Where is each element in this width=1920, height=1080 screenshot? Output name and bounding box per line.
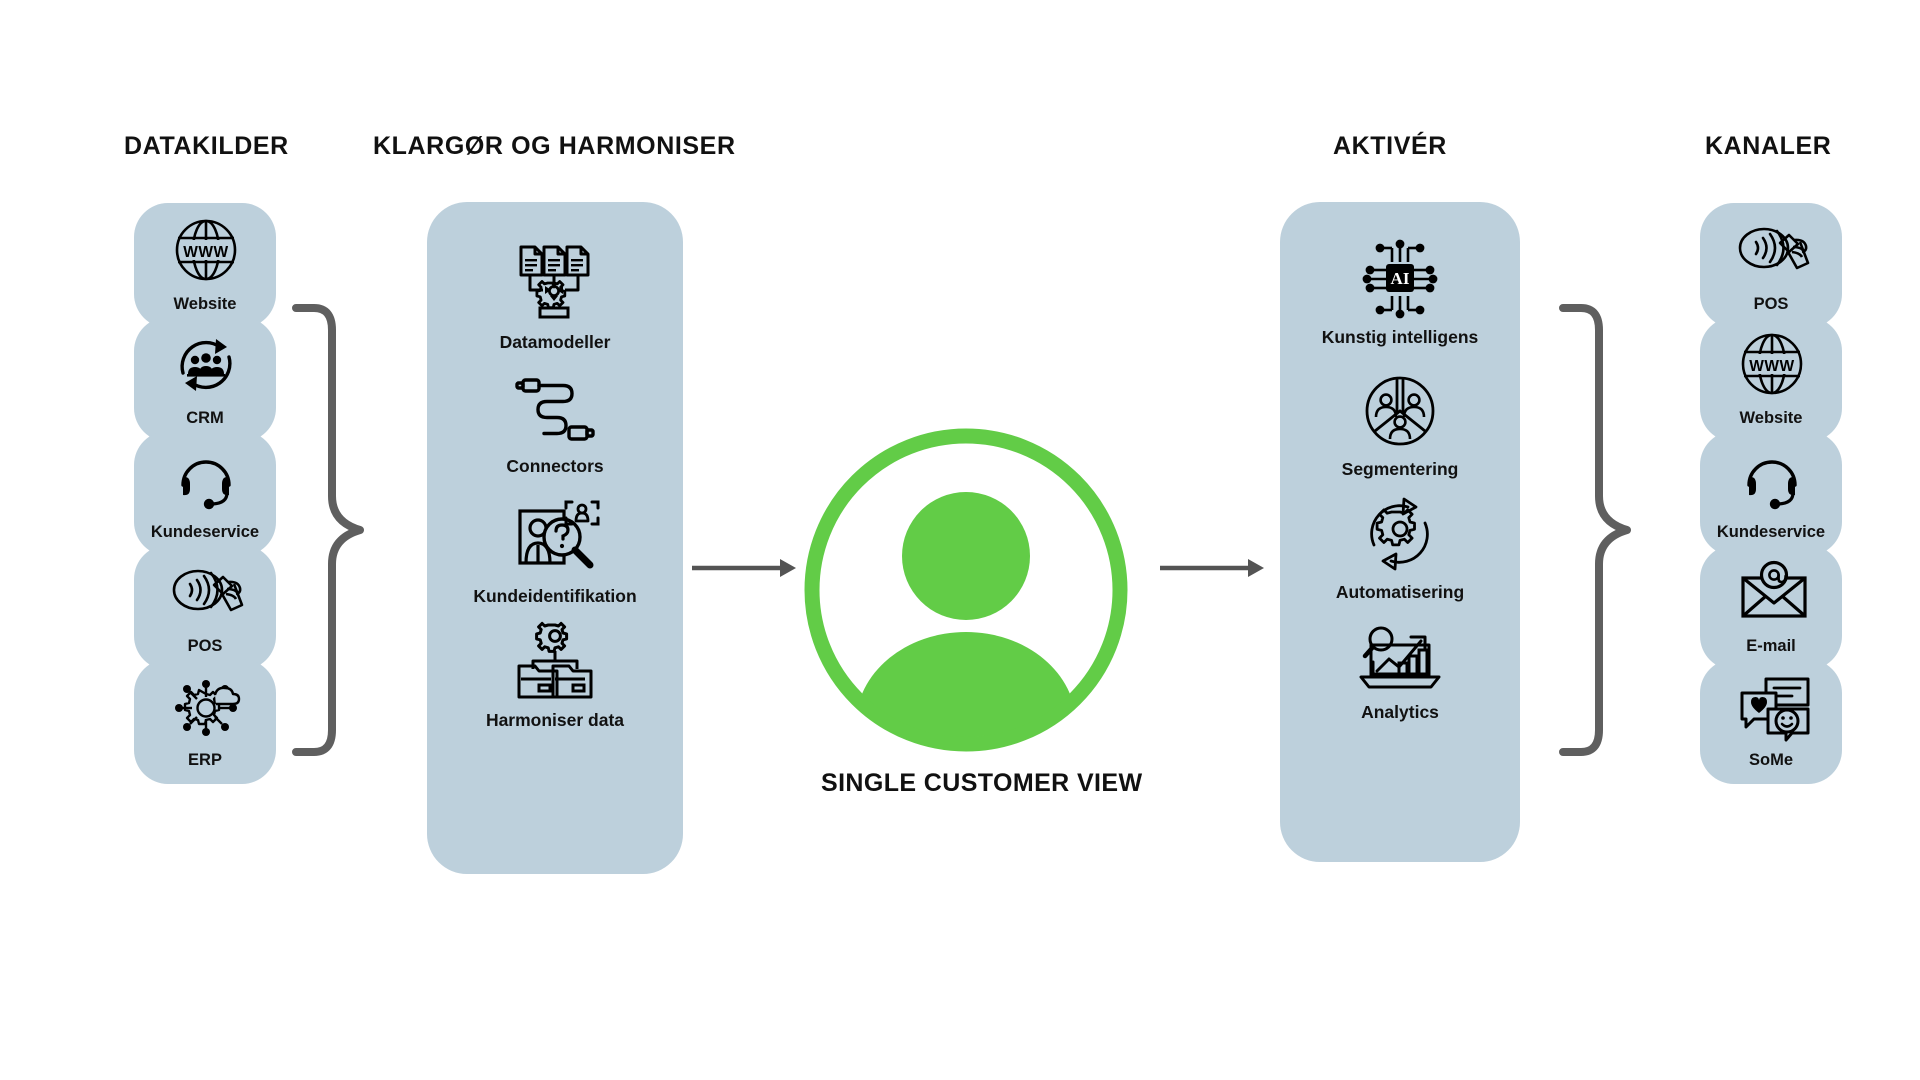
tile-datakilder-kundeservice[interactable]: Kundeservice <box>134 431 276 556</box>
panel-item-kunstig-intelligens[interactable]: AI Kunstig intelligens <box>1280 239 1520 348</box>
scv-title: SINGLE CUSTOMER VIEW <box>821 769 1143 797</box>
tile-kanaler-pos[interactable]: POS <box>1700 203 1842 328</box>
tile-datakilder-erp[interactable]: ERP <box>134 659 276 784</box>
arrow-to-scv <box>690 556 800 580</box>
panel-klargor: Datamodeller Connectors Kundeidentifikat… <box>427 202 683 874</box>
crm-people-cycle-icon <box>170 333 240 397</box>
tile-label: CRM <box>186 409 224 427</box>
tile-label: E-mail <box>1746 637 1796 655</box>
documents-to-gear-icon <box>507 241 603 323</box>
diagram-canvas: DATAKILDER KLARGØR OG HARMONISER AKTIVÉR… <box>0 0 1920 1080</box>
svg-text:WWW: WWW <box>1749 358 1794 375</box>
globe-www-icon: WWW <box>170 219 240 283</box>
tile-kanaler-some[interactable]: SoMe <box>1700 659 1842 784</box>
panel-item-datamodeller[interactable]: Datamodeller <box>427 241 683 353</box>
user-avatar-circle-icon <box>800 424 1132 756</box>
tile-kanaler-website[interactable]: WWW Website <box>1700 317 1842 442</box>
headset-icon <box>1736 447 1806 511</box>
chat-bubbles-social-icon <box>1736 675 1810 742</box>
panel-item-segmentering[interactable]: Segmentering <box>1280 372 1520 480</box>
erp-gear-network-cloud-icon <box>170 675 241 739</box>
tile-kanaler-email[interactable]: E-mail <box>1700 545 1842 670</box>
gear-two-folders-icon <box>507 621 603 701</box>
panel-item-label: Segmentering <box>1341 459 1459 479</box>
globe-www-icon: WWW <box>1736 333 1806 397</box>
panel-item-label: Automatisering <box>1335 582 1465 602</box>
svg-text:WWW: WWW <box>183 244 228 261</box>
tile-label: ERP <box>188 751 222 769</box>
contactless-payment-icon <box>1736 219 1810 283</box>
tile-datakilder-pos[interactable]: POS <box>134 545 276 670</box>
cable-connector-icon <box>511 373 599 447</box>
column-header-datakilder: DATAKILDER <box>124 132 289 160</box>
panel-item-connectors[interactable]: Connectors <box>427 373 683 477</box>
tile-datakilder-website[interactable]: WWW Website <box>134 203 276 328</box>
panel-item-label: Kundeidentifikation <box>473 586 637 606</box>
tile-label: Kundeservice <box>150 523 260 541</box>
panel-item-analytics[interactable]: Analytics <box>1280 619 1520 723</box>
panel-item-label: Harmoniser data <box>485 710 625 730</box>
panel-item-kundeidentifikation[interactable]: Kundeidentifikation <box>427 497 683 607</box>
column-header-aktiver: AKTIVÉR <box>1333 132 1447 160</box>
tile-label: SoMe <box>1748 751 1794 769</box>
panel-item-label: Analytics <box>1361 702 1439 722</box>
tile-label: Website <box>173 295 237 313</box>
tile-kanaler-kundeservice[interactable]: Kundeservice <box>1700 431 1842 556</box>
laptop-chart-magnifier-icon <box>1353 619 1447 693</box>
headset-icon <box>170 447 240 511</box>
panel-item-label: Datamodeller <box>499 332 611 352</box>
gear-refresh-cycle-icon <box>1358 495 1442 573</box>
panel-item-label: Kunstig intelligens <box>1321 327 1479 347</box>
tile-label: POS <box>187 637 223 655</box>
panel-item-automatisering[interactable]: Automatisering <box>1280 495 1520 603</box>
left-grouping-brace <box>288 300 368 760</box>
tile-label: Kundeservice <box>1716 523 1826 541</box>
panel-item-label: Connectors <box>506 456 604 476</box>
panel-item-harmoniser-data[interactable]: Harmoniser data <box>427 621 683 731</box>
tile-label: Website <box>1739 409 1803 427</box>
person-magnifier-question-icon <box>504 497 606 577</box>
column-header-klargor: KLARGØR OG HARMONISER <box>373 132 736 160</box>
svg-text:AI: AI <box>1391 269 1410 288</box>
ai-chip-icon: AI <box>1356 239 1444 319</box>
contactless-payment-icon <box>170 561 244 625</box>
arrow-to-aktiver <box>1158 556 1268 580</box>
segmented-pie-people-icon <box>1359 372 1441 450</box>
envelope-at-icon <box>1736 560 1807 625</box>
tile-datakilder-crm[interactable]: CRM <box>134 317 276 442</box>
panel-aktiver: AI Kunstig intelligens Segmentering Auto… <box>1280 202 1520 862</box>
column-header-kanaler: KANALER <box>1705 132 1832 160</box>
tile-label: POS <box>1753 295 1789 313</box>
right-grouping-brace <box>1555 300 1635 760</box>
